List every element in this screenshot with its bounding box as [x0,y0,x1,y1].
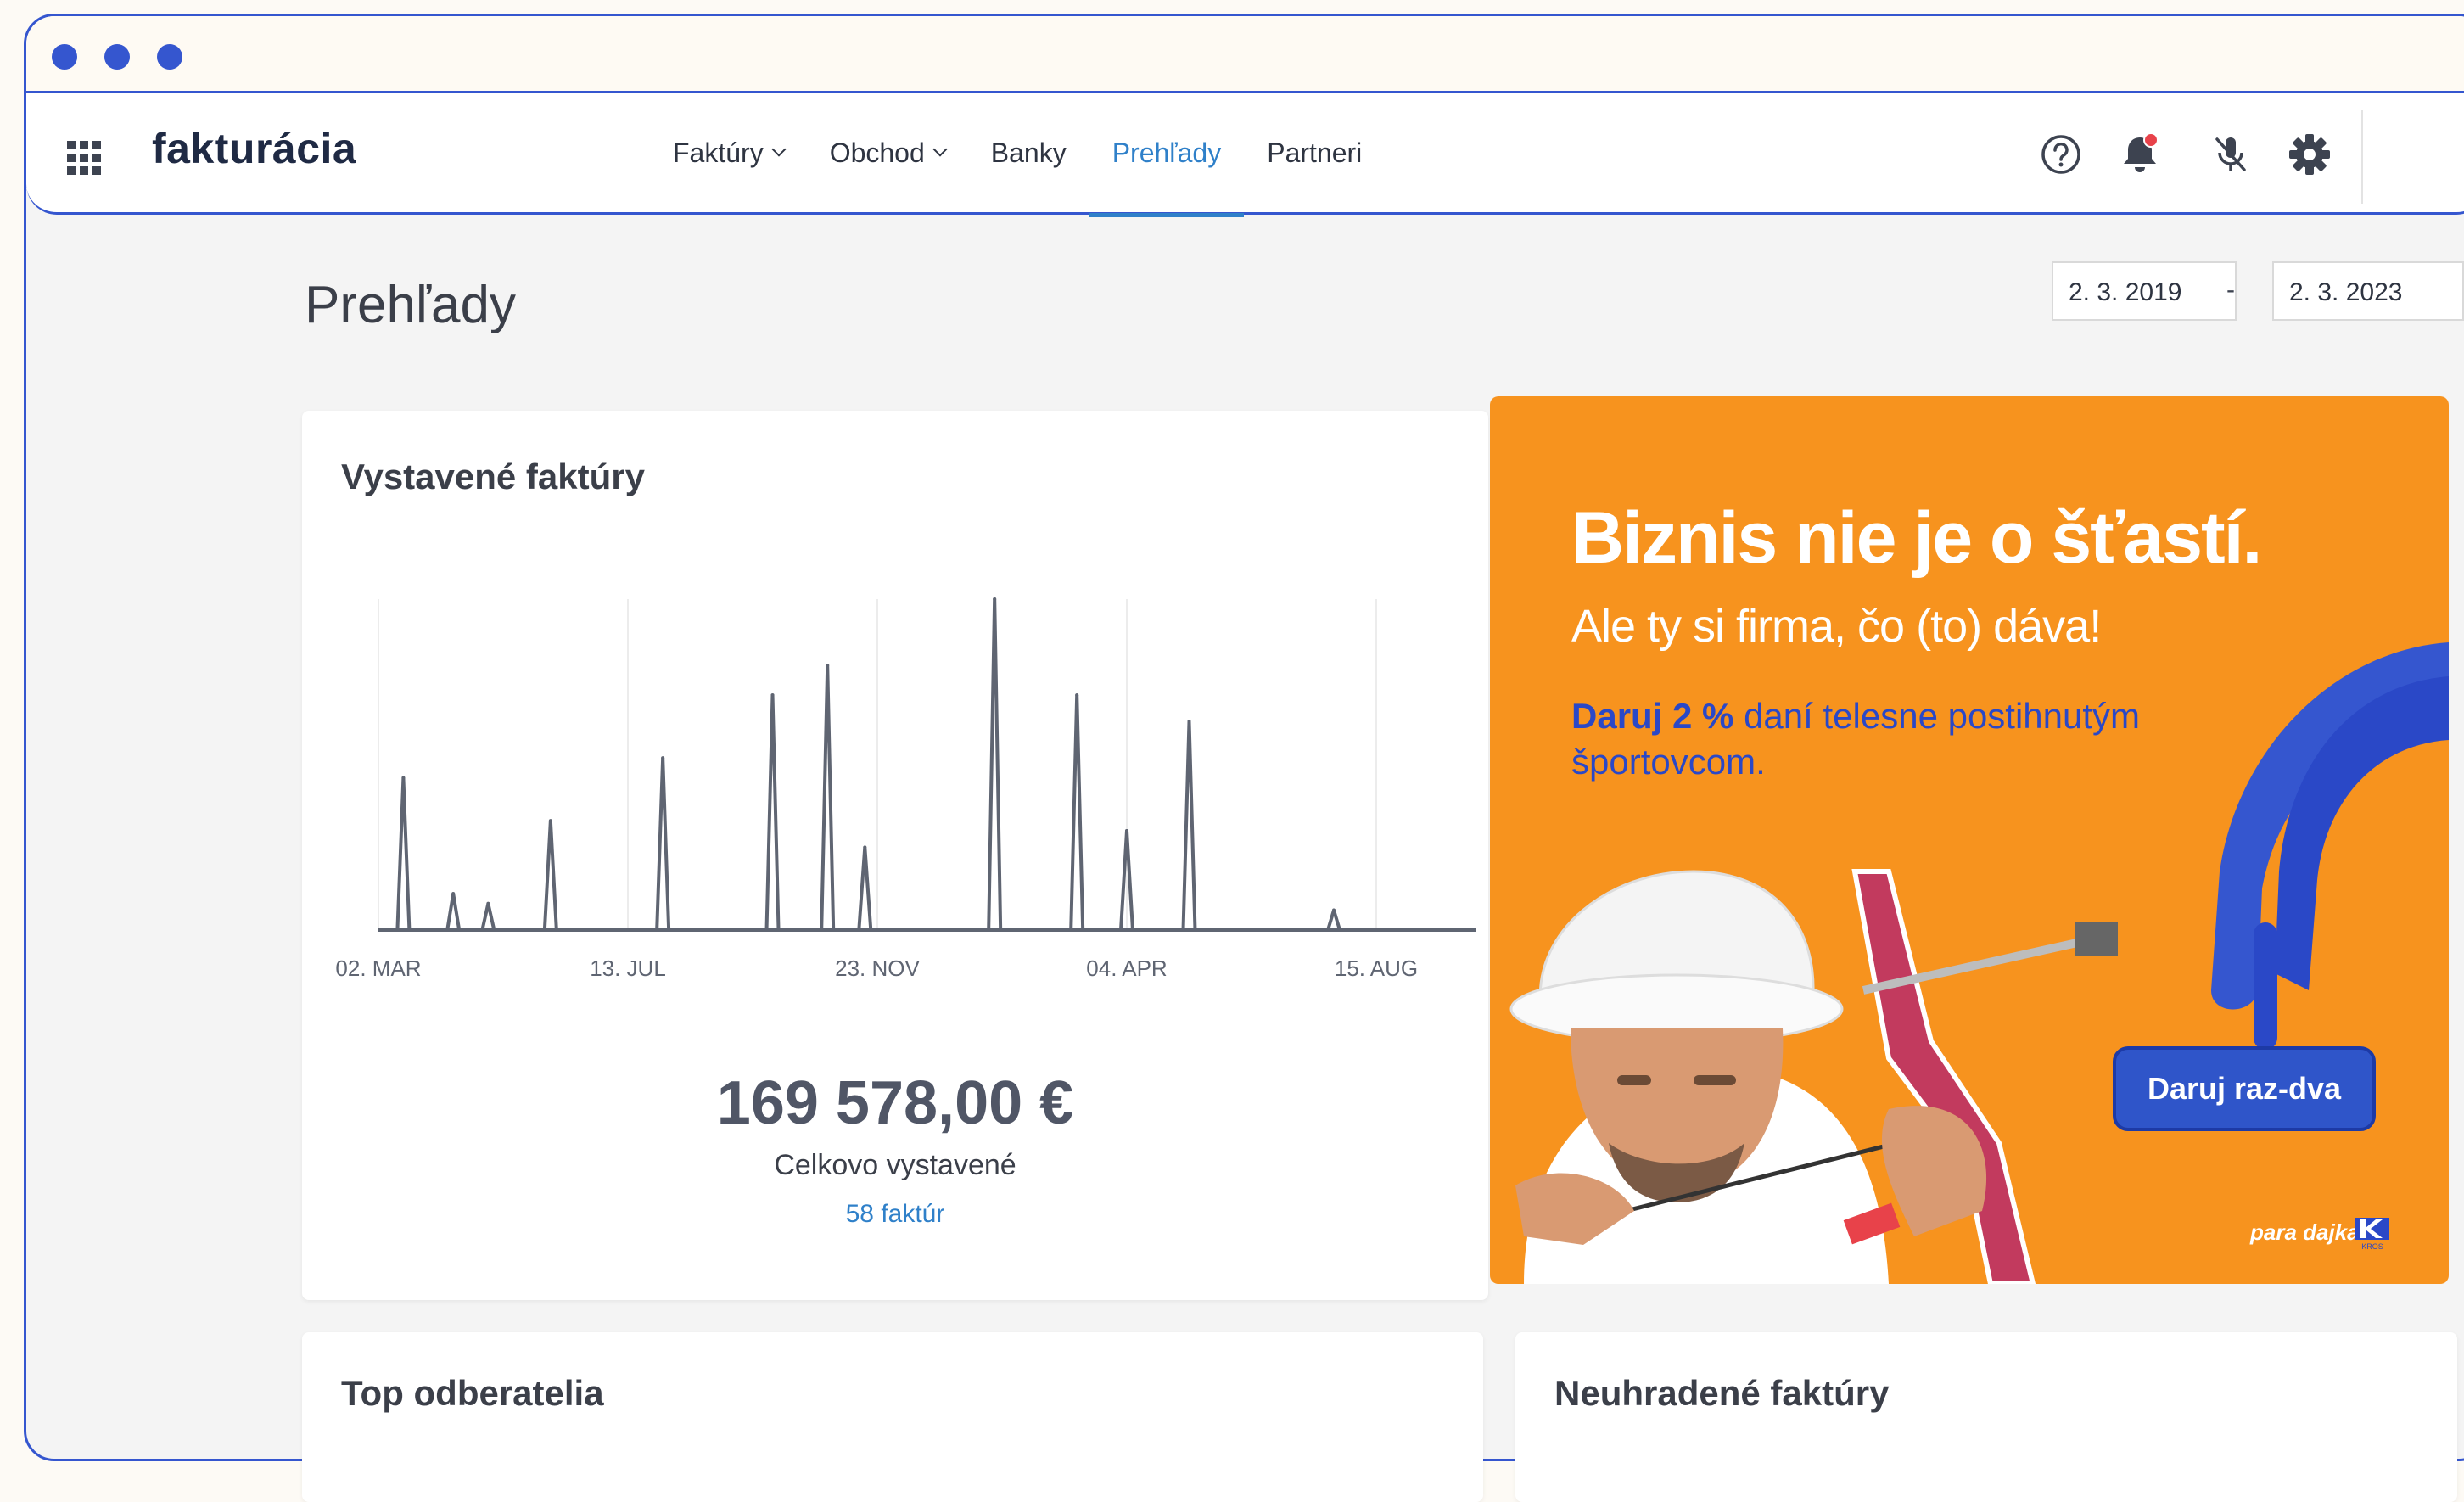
date-from-input[interactable]: 2. 3. 2019 [2052,261,2237,321]
total-label: Celkovo vystavené [774,1149,1016,1181]
donate-button[interactable]: Daruj raz-dva [2113,1046,2376,1131]
chart-x-tick-label: 15. AUG [1335,956,1418,981]
minimize-dot[interactable] [104,44,130,70]
nav-item-faktury[interactable]: Faktúry [650,93,807,212]
total-amount: 169 578,00 € [716,1069,1074,1137]
nav-item-label: Faktúry [673,137,764,168]
chart-grid [378,597,1377,930]
mic-off-icon[interactable] [2207,131,2254,178]
help-icon[interactable] [2037,131,2085,178]
nav-item-banky[interactable]: Banky [968,93,1089,212]
nav-item-label: Partneri [1267,137,1363,168]
chart-x-tick-label: 13. JUL [590,956,666,981]
main-menu: Faktúry Obchod Banky Prehľady Partneri [650,93,1385,217]
chart-x-tick-label: 04. APR [1086,956,1167,981]
chevron-down-icon [771,142,787,157]
card-title: Top odberatelia [341,1373,604,1413]
nav-item-obchod[interactable]: Obchod [807,93,968,212]
nav-item-label: Banky [990,137,1067,168]
top-navbar: fakturácia Faktúry Obchod Banky Prehľady… [26,93,2464,217]
chart-series-line [378,597,1476,932]
date-range-separator: - [2226,276,2235,304]
chevron-down-icon [932,142,948,157]
kros-logo-text: KROS [2361,1242,2383,1251]
kros-logo-icon: KROS [2355,1218,2389,1251]
nav-item-label: Obchod [829,137,925,168]
archer-illustration [1509,642,2449,1284]
app-logo[interactable]: fakturácia [152,124,356,173]
invoice-count-link[interactable]: 58 faktúr [302,1200,1488,1229]
promo-banner[interactable]: Biznis nie je o šťastí. Ale ty si firma,… [1490,396,2449,1284]
paradajka-logo: para dajka. [2250,1219,2366,1245]
chart-x-tick-label: 23. NOV [835,956,920,981]
top-customers-card: Top odberatelia [302,1332,1483,1502]
card-title: Neuhradené faktúry [1554,1373,1890,1413]
chart-x-tick-label: 02. MAR [335,956,421,981]
gear-icon[interactable] [2286,131,2333,178]
title-bar [26,16,2464,93]
page-title: Prehľady [305,276,516,334]
invoices-chart: 02. MAR 13. JUL 23. NOV 04. APR 15. AUG [335,597,1476,981]
maximize-dot[interactable] [157,44,182,70]
close-dot[interactable] [52,44,77,70]
apps-grid-icon[interactable] [67,141,101,175]
nav-item-label: Prehľady [1112,137,1222,168]
bell-icon[interactable] [2116,131,2164,178]
date-to-input[interactable]: 2. 3. 2023 [2272,261,2464,321]
nav-item-prehlady[interactable]: Prehľady [1089,93,1245,217]
nav-item-partneri[interactable]: Partneri [1244,93,1385,212]
invoices-card: Vystavené faktúry 02. MAR 13. JUL 23. NOV 0… [302,411,1488,1300]
chart-x-axis: 02. MAR 13. JUL 23. NOV 04. APR 15. AUG [335,956,1418,981]
unpaid-invoices-card: Neuhradené faktúry [1515,1332,2457,1502]
nav-separator [2361,110,2363,204]
